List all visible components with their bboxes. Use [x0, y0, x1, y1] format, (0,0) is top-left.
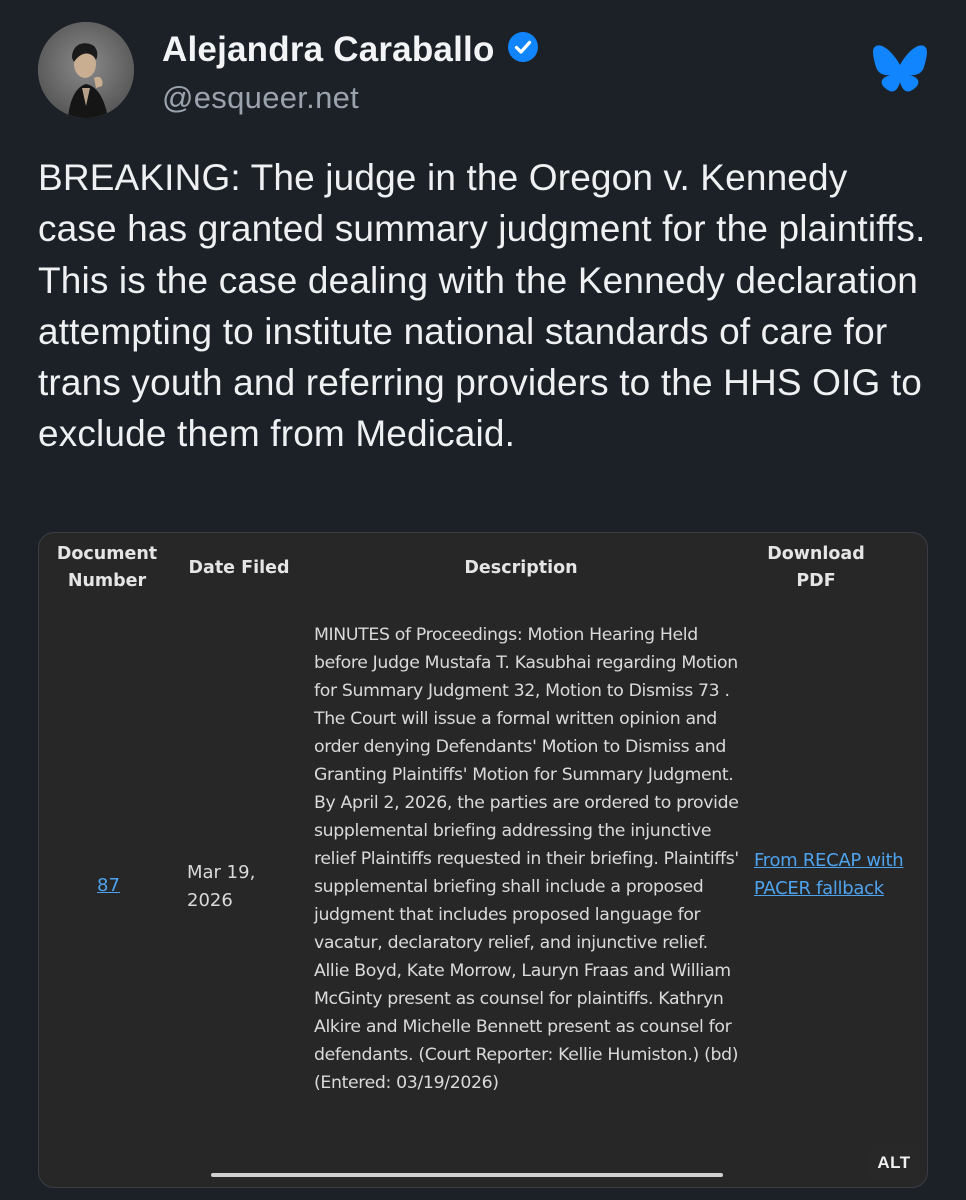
post-card: Alejandra Caraballo @esqueer.net BREAKIN… — [0, 0, 966, 1200]
avatar[interactable] — [38, 22, 134, 118]
author-handle[interactable]: @esqueer.net — [162, 80, 359, 116]
post-text: BREAKING: The judge in the Oregon v. Ken… — [38, 157, 926, 455]
document-number-link[interactable]: 87 — [97, 875, 120, 896]
author-name-row[interactable]: Alejandra Caraballo — [162, 30, 539, 70]
alt-text-button[interactable]: ALT — [869, 1145, 919, 1181]
column-header-document-number: Document Number — [56, 544, 158, 591]
column-header-description: Description — [464, 558, 578, 578]
column-header-date-filed: Date Filed — [188, 558, 290, 578]
column-header-download-pdf: Download PDF — [767, 544, 865, 591]
date-filed-cell: Mar 19, 2026 — [187, 862, 256, 911]
download-pdf-link[interactable]: From RECAP with PACER fallback — [754, 847, 904, 903]
horizontal-scrollbar[interactable] — [211, 1173, 723, 1177]
image-embed[interactable]: Document Number Date Filed Description D… — [38, 532, 928, 1188]
description-cell: MINUTES of Proceedings: Motion Hearing H… — [314, 625, 739, 1093]
post-header: Alejandra Caraballo @esqueer.net — [38, 22, 928, 122]
verified-check-icon[interactable] — [507, 31, 539, 63]
bluesky-butterfly-icon[interactable] — [872, 44, 928, 94]
display-name[interactable]: Alejandra Caraballo — [162, 30, 495, 69]
